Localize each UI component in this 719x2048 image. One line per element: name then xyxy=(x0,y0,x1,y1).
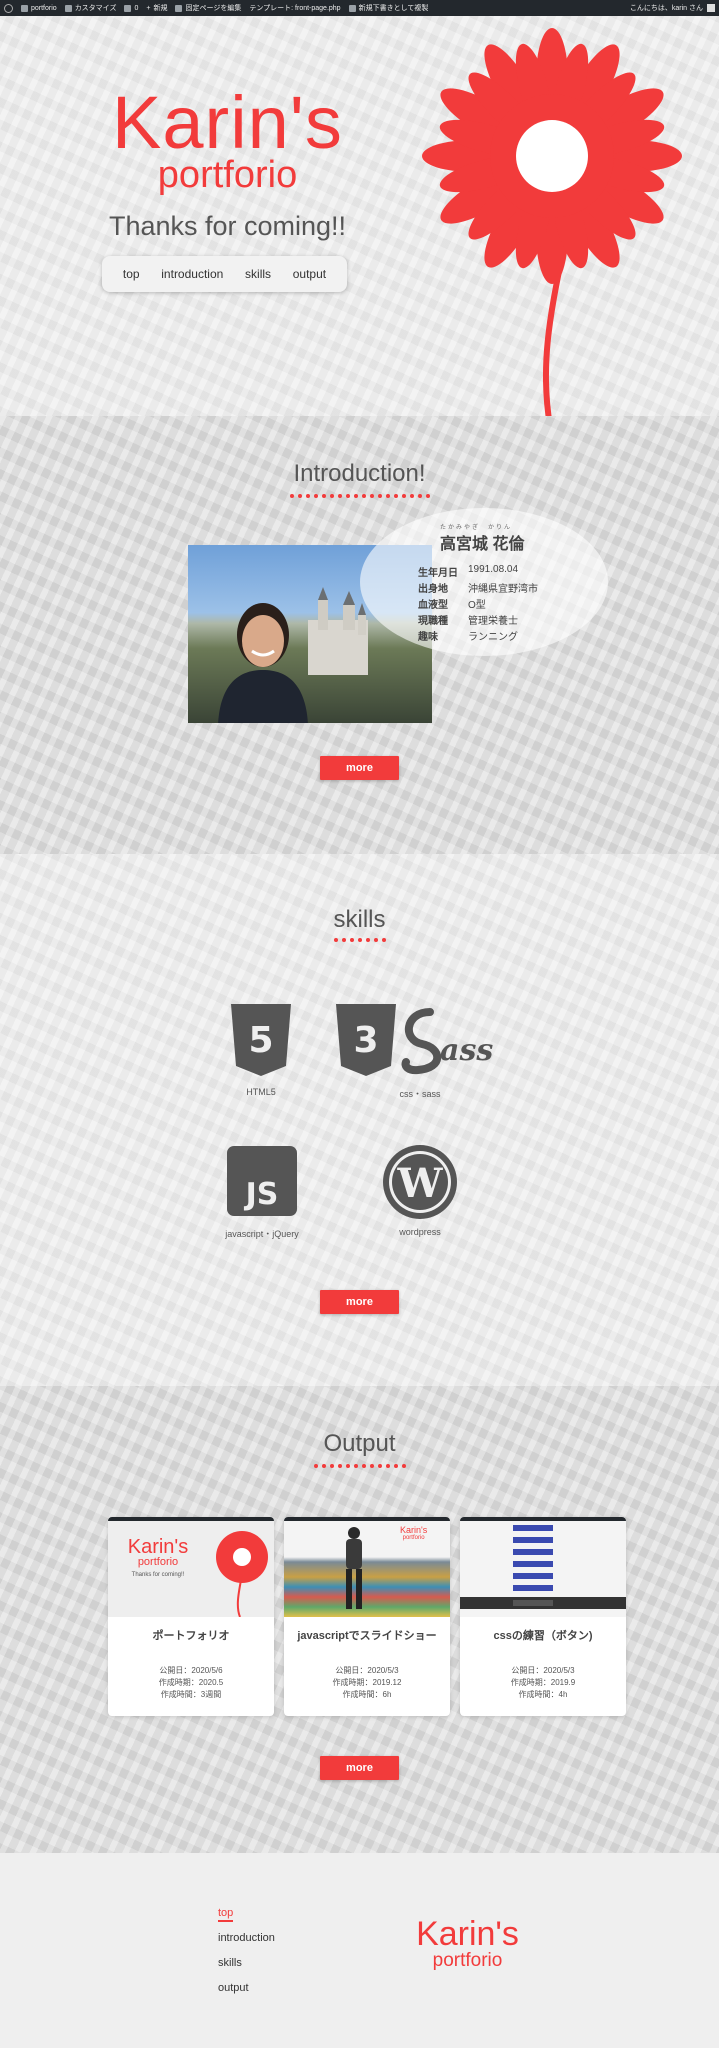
svg-text:5: 5 xyxy=(248,1020,273,1061)
thumb-flower-icon xyxy=(216,1531,268,1617)
admin-bar: portforio カスタマイズ 0 + 新規 固定ページを編集 テンプレート: … xyxy=(0,0,719,16)
thumb-subtitle: Thanks for coming!! xyxy=(131,1572,185,1578)
skills-heading: skills xyxy=(333,906,386,933)
comment-icon xyxy=(124,4,132,12)
heading-dots xyxy=(0,494,719,498)
output-card[interactable]: Karin's portforio javascriptでスライドショー 公開日… xyxy=(284,1517,450,1716)
account-menu[interactable]: こんにちは、karin さん xyxy=(630,3,715,13)
person-image xyxy=(218,603,308,723)
output-heading: Output xyxy=(323,1430,396,1457)
hero-subtitle: Thanks for coming!! xyxy=(108,211,347,241)
runner-icon xyxy=(346,1527,362,1609)
output-card[interactable]: cssの練習（ボタン) 公開日：2020/5/3 作成時期：2019.9 作成時… xyxy=(460,1517,626,1716)
card-thumbnail xyxy=(460,1517,626,1617)
wordpress-icon: W xyxy=(383,1145,457,1219)
output-section: Output Karin's portforio Thanks for comi… xyxy=(0,1386,719,1853)
nav-skills[interactable]: skills xyxy=(245,267,271,281)
footer-nav-top[interactable]: top xyxy=(218,1907,275,1932)
skills-section: skills 5 HTML5 3 ass css・sass JS javascr… xyxy=(0,854,719,1386)
edit-page-link[interactable]: 固定ページを編集 xyxy=(175,3,241,13)
footer-logo-line1: Karin's xyxy=(416,1915,519,1953)
wordpress-logo-button[interactable] xyxy=(4,3,13,13)
svg-text:ass: ass xyxy=(440,1033,493,1068)
template-info[interactable]: テンプレート: front-page.php xyxy=(249,3,340,13)
skill-label-css-sass: css・sass xyxy=(399,1089,441,1099)
heading-dots xyxy=(0,938,719,942)
skill-label-wordpress: wordpress xyxy=(399,1227,441,1237)
comments-link[interactable]: 0 xyxy=(124,4,138,12)
hero-title-line1: Karin's xyxy=(112,81,343,164)
profile-name: 高宮城 花倫 xyxy=(440,536,525,553)
intro-more-button[interactable]: more xyxy=(320,756,399,780)
profile-row: 血液型 O型 xyxy=(418,600,486,611)
hero-nav: top introduction skills output xyxy=(102,256,347,292)
card-meta: 公開日：2020/5/3 作成時期：2019.12 作成時間：6h xyxy=(332,1666,402,1699)
footer-logo[interactable]: Karin's portforio xyxy=(400,1917,535,1970)
card-title: javascriptでスライドショー xyxy=(297,1630,437,1642)
card-thumbnail: Karin's portforio xyxy=(284,1517,450,1617)
hero-title: Karin's portforio xyxy=(95,81,360,195)
skill-label-html5: HTML5 xyxy=(246,1087,276,1097)
svg-text:3: 3 xyxy=(353,1020,378,1061)
profile-row: 生年月日 1991.08.04 xyxy=(418,564,519,579)
heading-dots xyxy=(0,1464,719,1468)
plus-icon: + xyxy=(146,4,151,12)
card-title: ポートフォリオ xyxy=(152,1630,230,1642)
card-meta: 公開日：2020/5/6 作成時期：2020.5 作成時間：3週間 xyxy=(158,1666,224,1699)
svg-text:W: W xyxy=(397,1160,444,1207)
thumb-title-line2: portforio xyxy=(402,1535,425,1541)
profile-table: 生年月日 1991.08.04 出身地 沖縄県宜野湾市 血液型 O型 現職種 管理栄養士… xyxy=(418,564,538,644)
nav-top[interactable]: top xyxy=(123,267,140,281)
thumb-title-line1: Karin's xyxy=(400,1525,428,1535)
introduction-section: Introduction! たかみやぎ かりん 高宮城 花倫 生年月日 1991.… xyxy=(0,416,719,854)
hero-section: Karin's portforio Thanks for coming!! to… xyxy=(0,16,719,426)
customize-link[interactable]: カスタマイズ xyxy=(64,3,116,13)
thumb-title-line1: Karin's xyxy=(127,1536,189,1558)
output-card[interactable]: Karin's portforio Thanks for coming!! ポー… xyxy=(108,1517,274,1716)
skill-label-javascript: javascript・jQuery xyxy=(225,1229,299,1239)
javascript-icon: JS xyxy=(227,1146,297,1216)
home-icon xyxy=(21,4,28,12)
nav-output[interactable]: output xyxy=(293,267,326,281)
svg-text:JS: JS xyxy=(244,1177,279,1212)
nav-introduction[interactable]: introduction xyxy=(161,267,223,281)
wordpress-icon xyxy=(4,3,13,13)
site-name-link[interactable]: portforio xyxy=(21,4,57,12)
card-thumbnail: Karin's portforio Thanks for coming!! xyxy=(108,1517,274,1617)
footer-nav: top introduction skills output xyxy=(218,1907,275,2007)
output-more-button[interactable]: more xyxy=(320,1756,399,1780)
footer-nav-introduction[interactable]: introduction xyxy=(218,1932,275,1957)
duplicate-icon xyxy=(348,4,356,12)
duplicate-draft-link[interactable]: 新規下書きとして複製 xyxy=(348,3,428,13)
html5-icon: 5 xyxy=(231,1004,291,1076)
card-meta: 公開日：2020/5/3 作成時期：2019.9 作成時間：4h xyxy=(510,1666,576,1699)
introduction-heading: Introduction! xyxy=(293,460,426,487)
footer-nav-output[interactable]: output xyxy=(218,1982,275,2007)
profile-row: 趣味 ランニング xyxy=(418,632,518,643)
new-content-link[interactable]: + 新規 xyxy=(146,3,167,13)
pencil-icon xyxy=(175,4,183,12)
profile-row: 現職種 管理栄養士 xyxy=(418,616,518,627)
thumb-title-line2: portforio xyxy=(137,1556,179,1568)
sass-icon: ass xyxy=(401,1008,493,1075)
css3-icon: 3 xyxy=(336,1004,396,1076)
card-title: cssの練習（ボタン) xyxy=(493,1630,593,1642)
brush-icon xyxy=(64,4,72,12)
footer-nav-skills[interactable]: skills xyxy=(218,1957,275,1982)
flower-illustration xyxy=(422,28,682,426)
skills-more-button[interactable]: more xyxy=(320,1290,399,1314)
footer-logo-line2: portforio xyxy=(432,1950,503,1971)
avatar xyxy=(707,4,715,12)
profile-row: 出身地 沖縄県宜野湾市 xyxy=(418,584,538,595)
footer: top introduction skills output Karin's p… xyxy=(0,1853,719,2048)
